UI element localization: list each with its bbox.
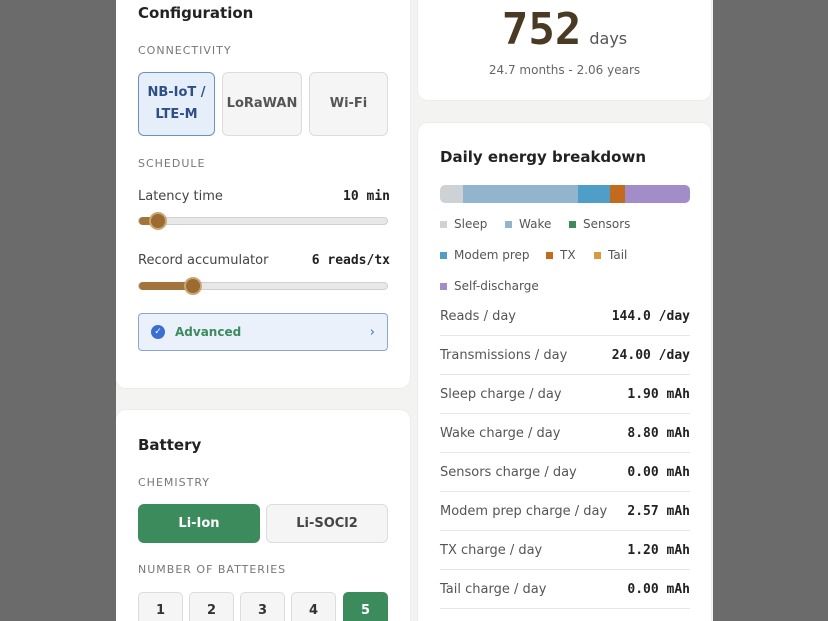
legend-label: Self-discharge — [454, 279, 539, 293]
bar-segment-tx — [610, 185, 625, 203]
stat-value: 0.00 mAh — [627, 581, 690, 597]
legend-tail: Tail — [594, 248, 627, 262]
stat-row-wake-charge: Wake charge / day 8.80 mAh — [440, 414, 690, 453]
stat-row-tx-charge: TX charge / day 1.20 mAh — [440, 531, 690, 570]
stat-label: Transmissions / day — [440, 347, 568, 363]
stat-row-sleep-charge: Sleep charge / day 1.90 mAh — [440, 375, 690, 414]
bar-segment-self-discharge — [625, 185, 690, 203]
check-circle-icon: ✓ — [151, 325, 165, 339]
advanced-label: Advanced — [175, 325, 242, 339]
stat-label: TX charge / day — [440, 542, 543, 558]
legend-swatch — [505, 220, 512, 228]
battery-count-3-button[interactable]: 3 — [240, 592, 285, 621]
battery-count-2-button[interactable]: 2 — [189, 592, 234, 621]
legend-self-discharge: Self-discharge — [440, 279, 539, 293]
app-viewport: Configuration CONNECTIVITY NB-IoT / LTE-… — [116, 0, 713, 621]
energy-breakdown-card: Daily energy breakdown Sleep Wake Sensor… — [418, 123, 711, 621]
bar-segment-sleep — [440, 185, 463, 203]
bar-segment-modem-prep — [577, 185, 610, 203]
stat-value: 1.90 mAh — [627, 386, 690, 402]
energy-title: Daily energy breakdown — [440, 148, 647, 166]
lifetime-days-unit: days — [589, 29, 628, 48]
connectivity-wifi-button[interactable]: Wi-Fi — [309, 72, 388, 136]
stat-value: 0.00 mAh — [627, 464, 690, 480]
legend-swatch — [546, 251, 553, 259]
stat-label: Sleep charge / day — [440, 386, 562, 402]
legend-wake: Wake — [505, 217, 551, 231]
energy-stacked-bar — [440, 185, 690, 203]
accumulator-slider-thumb[interactable] — [186, 279, 200, 293]
stat-value: 144.0 /day — [611, 308, 690, 324]
stat-value: 8.80 mAh — [627, 425, 690, 441]
battery-count-label: NUMBER OF BATTERIES — [138, 563, 287, 576]
accumulator-label: Record accumulator — [138, 253, 269, 268]
stat-row-reads: Reads / day 144.0 /day — [440, 297, 690, 336]
latency-slider[interactable] — [138, 214, 388, 228]
stat-label: Reads / day — [440, 308, 516, 324]
stat-label: Tail charge / day — [440, 581, 547, 597]
legend-label: Modem prep — [454, 248, 530, 262]
legend-swatch — [440, 220, 447, 228]
configuration-title: Configuration — [138, 4, 254, 22]
connectivity-nbiot-button[interactable]: NB-IoT / LTE-M — [138, 72, 215, 136]
chemistry-label: CHEMISTRY — [138, 476, 210, 489]
accumulator-value: 6 reads/tx — [311, 253, 390, 268]
bar-segment-wake — [462, 185, 578, 203]
legend-label: Wake — [519, 217, 552, 231]
lifetime-subtitle: 24.7 months - 2.06 years — [488, 63, 641, 77]
stat-value: 1.20 mAh — [627, 542, 690, 558]
stat-value: 24.00 /day — [611, 347, 690, 363]
lifetime-card: 752 days 24.7 months - 2.06 years — [418, 0, 711, 100]
stat-label: Wake charge / day — [440, 425, 561, 441]
stat-row-modem-prep-charge: Modem prep charge / day 2.57 mAh — [440, 492, 690, 531]
connectivity-label: CONNECTIVITY — [138, 44, 232, 57]
stat-label: Modem prep charge / day — [440, 503, 608, 519]
connectivity-lorawan-button[interactable]: LoRaWAN — [222, 72, 302, 136]
legend-sleep: Sleep — [440, 217, 487, 231]
advanced-toggle[interactable]: ✓ Advanced › — [138, 313, 388, 351]
stat-row-tail-charge: Tail charge / day 0.00 mAh — [440, 570, 690, 609]
latency-slider-thumb[interactable] — [151, 214, 165, 228]
battery-count-4-button[interactable]: 4 — [291, 592, 336, 621]
chevron-right-icon: › — [369, 324, 375, 340]
battery-count-1-button[interactable]: 1 — [138, 592, 183, 621]
stat-value: 2.57 mAh — [627, 503, 690, 519]
chemistry-li-ion-button[interactable]: Li-Ion — [138, 504, 260, 543]
legend-label: Sleep — [454, 217, 488, 231]
legend-swatch — [594, 251, 601, 259]
lifetime-display: 752 days — [418, 4, 711, 55]
latency-value: 10 min — [343, 189, 390, 204]
battery-count-5-button[interactable]: 5 — [343, 592, 388, 621]
legend-swatch — [440, 251, 447, 259]
battery-title: Battery — [138, 436, 202, 454]
schedule-label: SCHEDULE — [138, 157, 206, 170]
stat-label: Sensors charge / day — [440, 464, 577, 480]
chemistry-li-socl2-button[interactable]: Li-SOCl2 — [266, 504, 388, 543]
legend-sensors: Sensors — [569, 217, 630, 231]
configuration-card: Configuration CONNECTIVITY NB-IoT / LTE-… — [116, 0, 410, 388]
legend-swatch — [440, 282, 447, 290]
stat-row-transmissions: Transmissions / day 24.00 /day — [440, 336, 690, 375]
accumulator-slider[interactable] — [138, 279, 388, 293]
accumulator-slider-fill — [139, 282, 193, 290]
legend-label: Sensors — [583, 217, 631, 231]
stat-row-sensors-charge: Sensors charge / day 0.00 mAh — [440, 453, 690, 492]
latency-label: Latency time — [138, 189, 223, 204]
battery-card: Battery CHEMISTRY Li-Ion Li-SOCl2 NUMBER… — [116, 410, 410, 621]
legend-label: TX — [560, 248, 576, 262]
legend-label: Tail — [608, 248, 628, 262]
legend-modem-prep: Modem prep — [440, 248, 530, 262]
legend-tx: TX — [546, 248, 576, 262]
legend-swatch — [569, 220, 576, 228]
lifetime-days-value: 752 — [501, 4, 582, 55]
